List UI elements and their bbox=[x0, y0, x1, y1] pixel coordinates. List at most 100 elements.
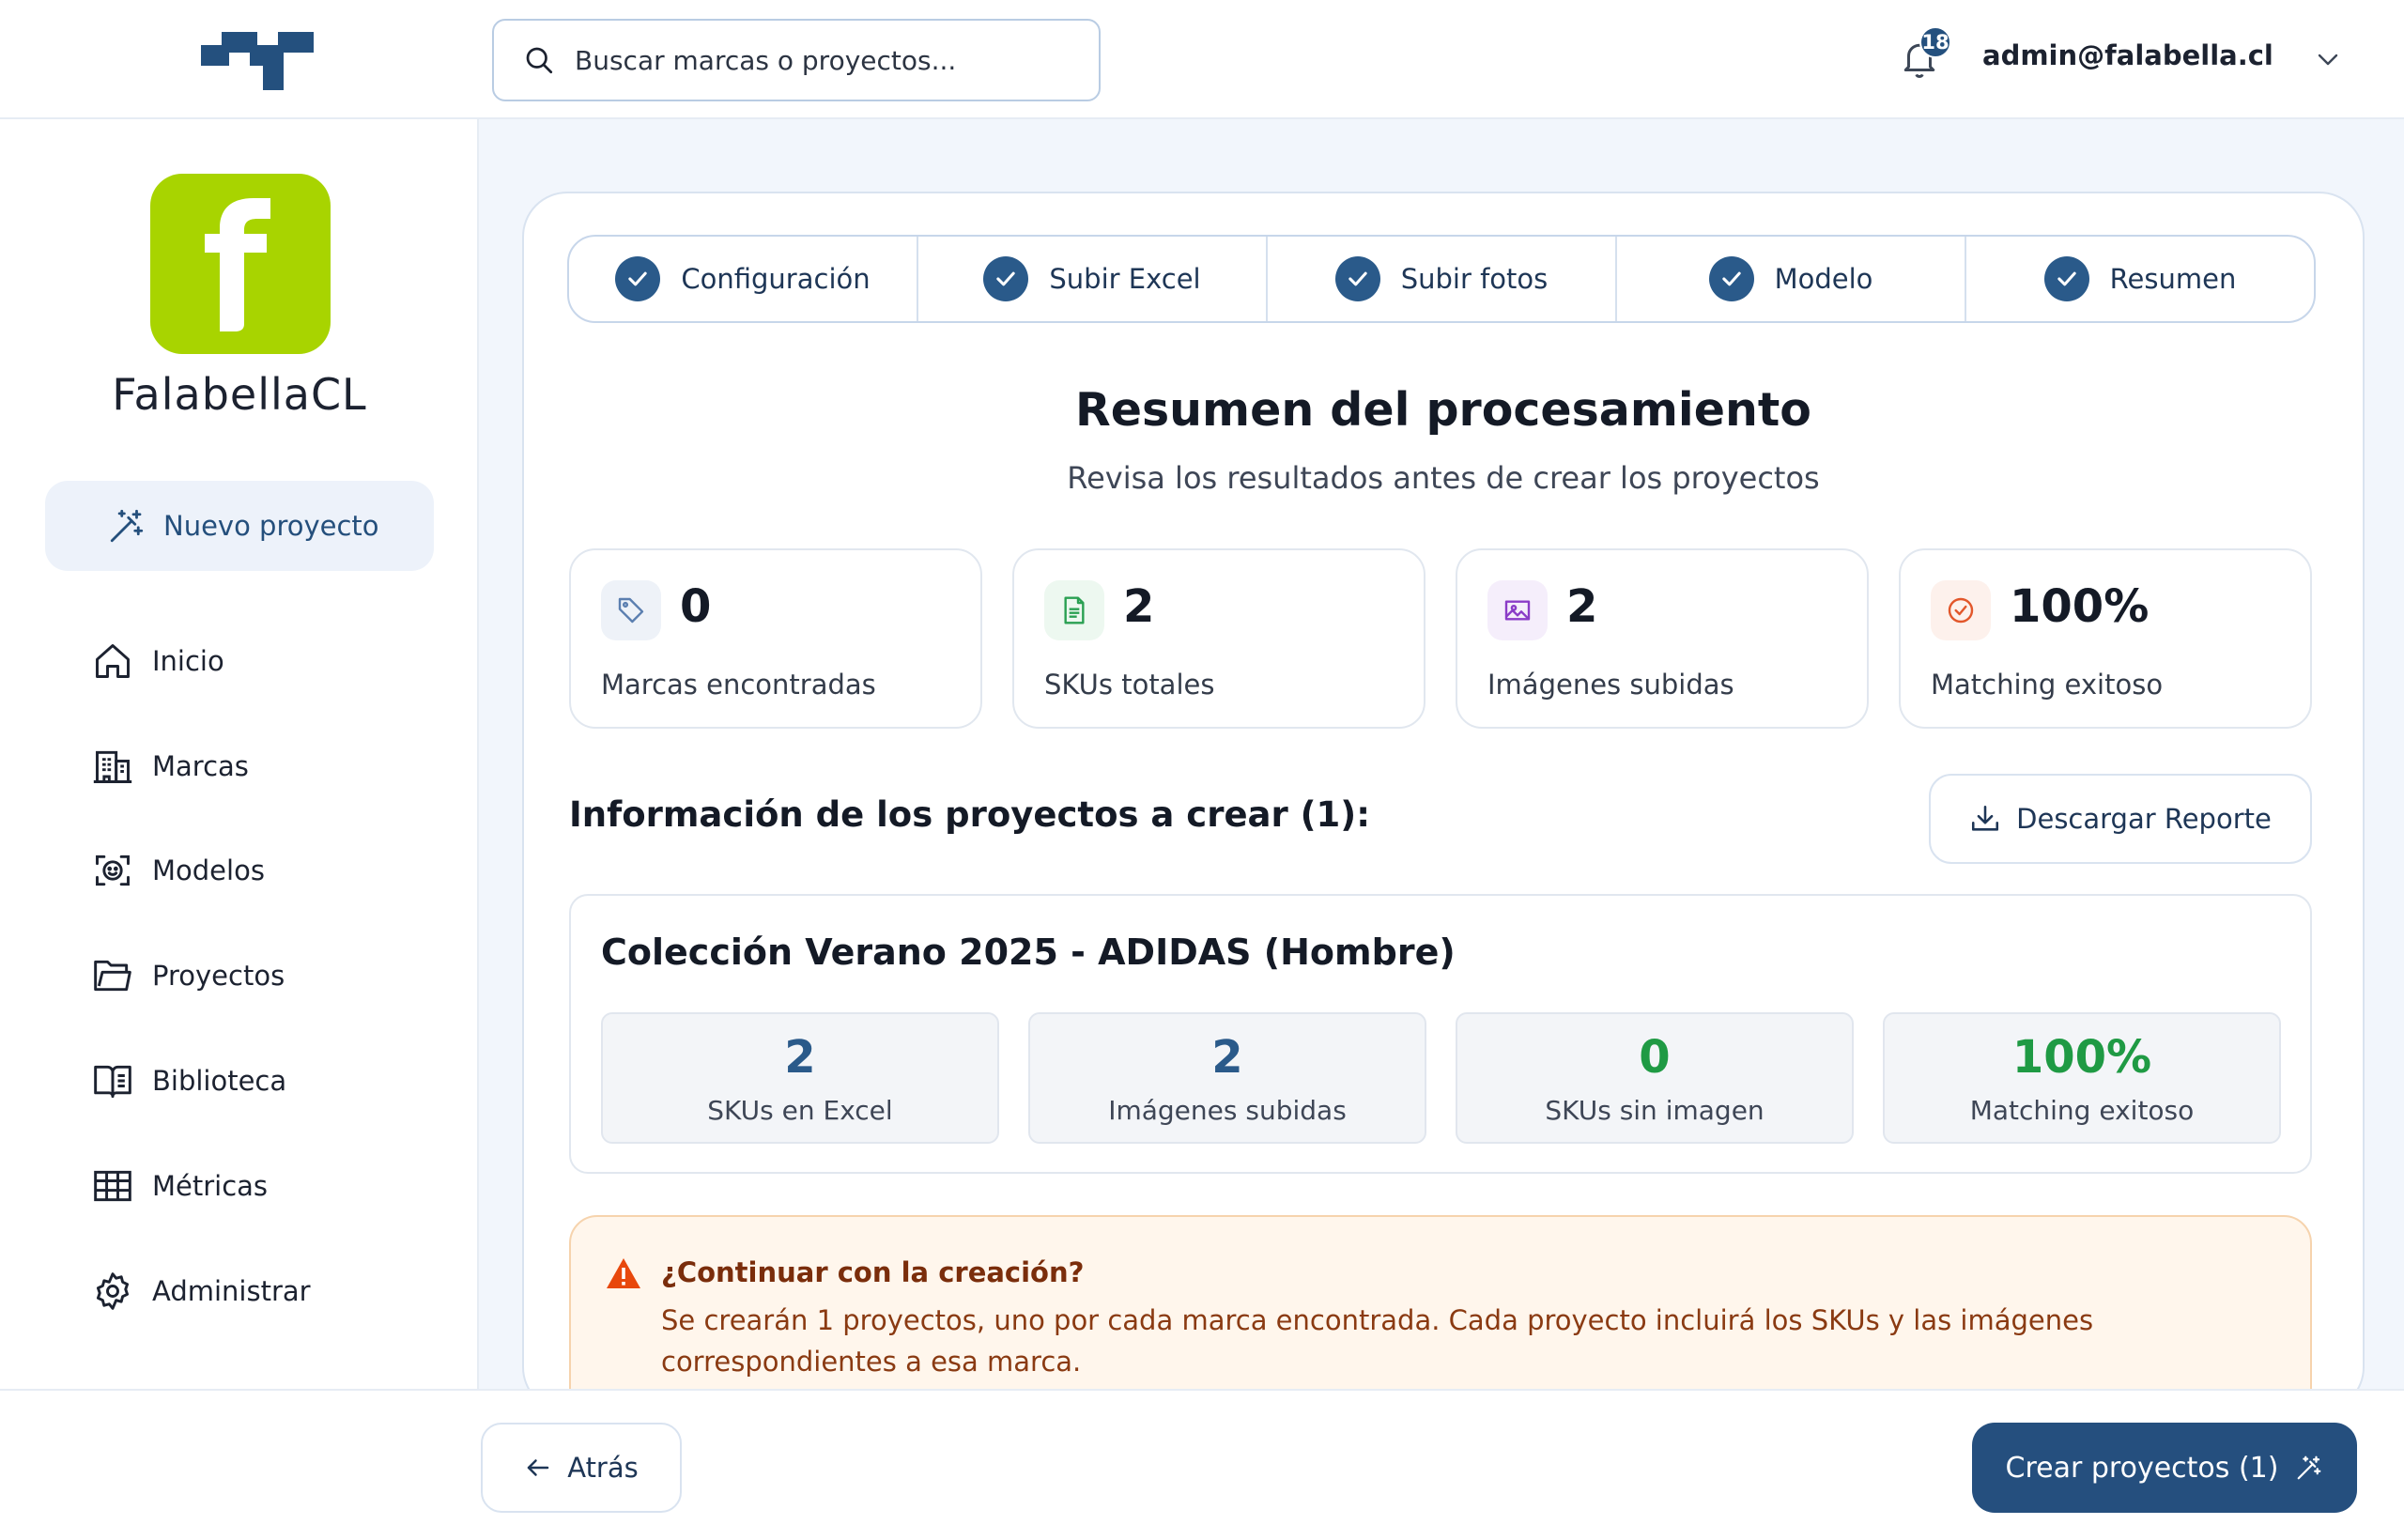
stat-label: Imágenes subidas bbox=[1487, 669, 1734, 701]
chevron-down-icon[interactable] bbox=[2314, 49, 2342, 69]
download-report-button[interactable]: Descargar Reporte bbox=[1929, 774, 2312, 864]
check-icon bbox=[2043, 256, 2089, 301]
project-stat-label: Matching exitoso bbox=[1969, 1095, 2195, 1126]
falabella-logo-icon bbox=[205, 198, 270, 331]
step-subir-fotos[interactable]: Subir fotos bbox=[1268, 237, 1617, 321]
sidebar-item-marcas[interactable]: Marcas bbox=[92, 743, 249, 790]
sidebar-item-biblioteca[interactable]: Biblioteca bbox=[92, 1057, 286, 1104]
home-icon bbox=[96, 644, 130, 678]
check-icon bbox=[1708, 256, 1754, 301]
top-bar: Buscar marcas o proyectos... 18 admin@fa… bbox=[0, 0, 2404, 119]
app-logo[interactable] bbox=[201, 32, 314, 90]
alert-text: Se crearán 1 proyectos, uno por cada mar… bbox=[661, 1304, 2094, 1378]
user-email[interactable]: admin@falabella.cl bbox=[1982, 39, 2273, 71]
step-modelo[interactable]: Modelo bbox=[1617, 237, 1966, 321]
page-subtitle: Revisa los resultados antes de crear los… bbox=[1067, 460, 1820, 496]
bottom-bar: Atrás Crear proyectos (1) bbox=[0, 1389, 2404, 1540]
sidebar: FalabellaCL Nuevo proyecto Inicio Marcas… bbox=[0, 119, 479, 1391]
stepper: Configuración Subir Excel Subir fotos Mo… bbox=[567, 235, 2316, 323]
sidebar-item-label: Marcas bbox=[152, 750, 249, 782]
sidebar-item-label: Inicio bbox=[152, 645, 224, 677]
magic-wand-icon bbox=[110, 509, 144, 543]
projects-heading: Información de los proyectos a crear (1)… bbox=[569, 794, 1371, 835]
table-icon bbox=[94, 1170, 131, 1202]
face-scan-icon bbox=[96, 855, 130, 886]
confirmation-alert: ¿Continuar con la creación? Se crearán 1… bbox=[569, 1215, 2312, 1389]
alert-title: ¿Continuar con la creación? bbox=[661, 1256, 1085, 1288]
stat-card-imagenes: 2 Imágenes subidas bbox=[1456, 548, 1869, 729]
warning-icon bbox=[607, 1258, 640, 1288]
search-input[interactable]: Buscar marcas o proyectos... bbox=[492, 19, 1101, 101]
stat-value: 0 bbox=[680, 580, 712, 633]
check-circle-icon bbox=[1931, 580, 1991, 640]
create-label: Crear proyectos (1) bbox=[2005, 1451, 2279, 1485]
step-subir-excel[interactable]: Subir Excel bbox=[918, 237, 1268, 321]
stat-label: SKUs totales bbox=[1044, 669, 1215, 701]
project-stat-label: SKUs sin imagen bbox=[1545, 1095, 1764, 1126]
check-icon bbox=[1334, 256, 1380, 301]
sidebar-item-administrar[interactable]: Administrar bbox=[92, 1268, 311, 1315]
project-stat-label: SKUs en Excel bbox=[707, 1095, 893, 1126]
step-label: Subir fotos bbox=[1400, 263, 1549, 295]
stat-label: Marcas encontradas bbox=[601, 669, 876, 701]
step-label: Resumen bbox=[2109, 263, 2237, 295]
sidebar-item-proyectos[interactable]: Proyectos bbox=[92, 952, 285, 999]
project-item: Colección Verano 2025 - ADIDAS (Hombre) … bbox=[569, 894, 2312, 1174]
sidebar-item-label: Administrar bbox=[152, 1275, 311, 1307]
page-title: Resumen del procesamiento bbox=[1075, 383, 1811, 437]
project-stat-skus-excel: 2 SKUs en Excel bbox=[601, 1012, 999, 1144]
search-placeholder: Buscar marcas o proyectos... bbox=[575, 44, 957, 76]
stat-value: 2 bbox=[1123, 580, 1155, 633]
project-stat-value: 100% bbox=[2011, 1031, 2152, 1084]
step-label: Configuración bbox=[681, 263, 871, 295]
create-projects-button[interactable]: Crear proyectos (1) bbox=[1972, 1423, 2357, 1513]
notification-badge: 18 bbox=[1919, 26, 1951, 58]
sidebar-item-modelos[interactable]: Modelos bbox=[92, 847, 265, 894]
stat-value: 100% bbox=[2010, 580, 2150, 633]
back-label: Atrás bbox=[567, 1452, 639, 1484]
back-button[interactable]: Atrás bbox=[481, 1423, 682, 1513]
file-icon bbox=[1044, 580, 1104, 640]
project-stat-matching: 100% Matching exitoso bbox=[1883, 1012, 2281, 1144]
sidebar-item-metricas[interactable]: Métricas bbox=[92, 1163, 268, 1209]
book-icon bbox=[94, 1065, 131, 1098]
brand-logo bbox=[150, 174, 331, 354]
sidebar-item-inicio[interactable]: Inicio bbox=[92, 638, 224, 685]
image-icon bbox=[1487, 580, 1548, 640]
gear-icon bbox=[96, 1272, 130, 1310]
project-stat-sin-imagen: 0 SKUs sin imagen bbox=[1456, 1012, 1854, 1144]
stat-card-marcas: 0 Marcas encontradas bbox=[569, 548, 982, 729]
step-label: Subir Excel bbox=[1049, 263, 1201, 295]
sidebar-item-label: Modelos bbox=[152, 855, 265, 886]
arrow-left-icon bbox=[527, 1459, 549, 1476]
brand-name: FalabellaCL bbox=[112, 369, 367, 420]
download-label: Descargar Reporte bbox=[2016, 803, 2272, 835]
project-stat-value: 0 bbox=[1639, 1031, 1671, 1084]
step-resumen[interactable]: Resumen bbox=[1966, 237, 2314, 321]
download-icon bbox=[1972, 805, 1999, 831]
sidebar-item-label: Proyectos bbox=[152, 960, 285, 992]
folder-icon bbox=[94, 960, 131, 992]
step-label: Modelo bbox=[1774, 263, 1873, 295]
stat-value: 2 bbox=[1566, 580, 1598, 633]
new-project-label: Nuevo proyecto bbox=[163, 510, 379, 542]
project-stat-imagenes: 2 Imágenes subidas bbox=[1028, 1012, 1426, 1144]
stat-card-skus: 2 SKUs totales bbox=[1012, 548, 1425, 729]
project-stat-value: 2 bbox=[1211, 1031, 1243, 1084]
check-icon bbox=[983, 256, 1029, 301]
check-icon bbox=[615, 256, 661, 301]
summary-content: Configuración Subir Excel Subir fotos Mo… bbox=[522, 192, 2404, 1389]
stat-label: Matching exitoso bbox=[1931, 669, 2164, 701]
new-project-button[interactable]: Nuevo proyecto bbox=[45, 481, 434, 571]
tag-icon bbox=[601, 580, 661, 640]
magic-wand-icon bbox=[2298, 1455, 2321, 1480]
sidebar-item-label: Biblioteca bbox=[152, 1065, 287, 1097]
stat-card-matching: 100% Matching exitoso bbox=[1899, 548, 2312, 729]
building-icon bbox=[93, 750, 132, 783]
sidebar-item-label: Métricas bbox=[152, 1170, 269, 1202]
project-name: Colección Verano 2025 - ADIDAS (Hombre) bbox=[601, 932, 1456, 973]
search-icon bbox=[526, 47, 553, 74]
project-stat-label: Imágenes subidas bbox=[1108, 1095, 1347, 1126]
project-stat-value: 2 bbox=[784, 1031, 816, 1084]
step-configuracion[interactable]: Configuración bbox=[569, 237, 918, 321]
